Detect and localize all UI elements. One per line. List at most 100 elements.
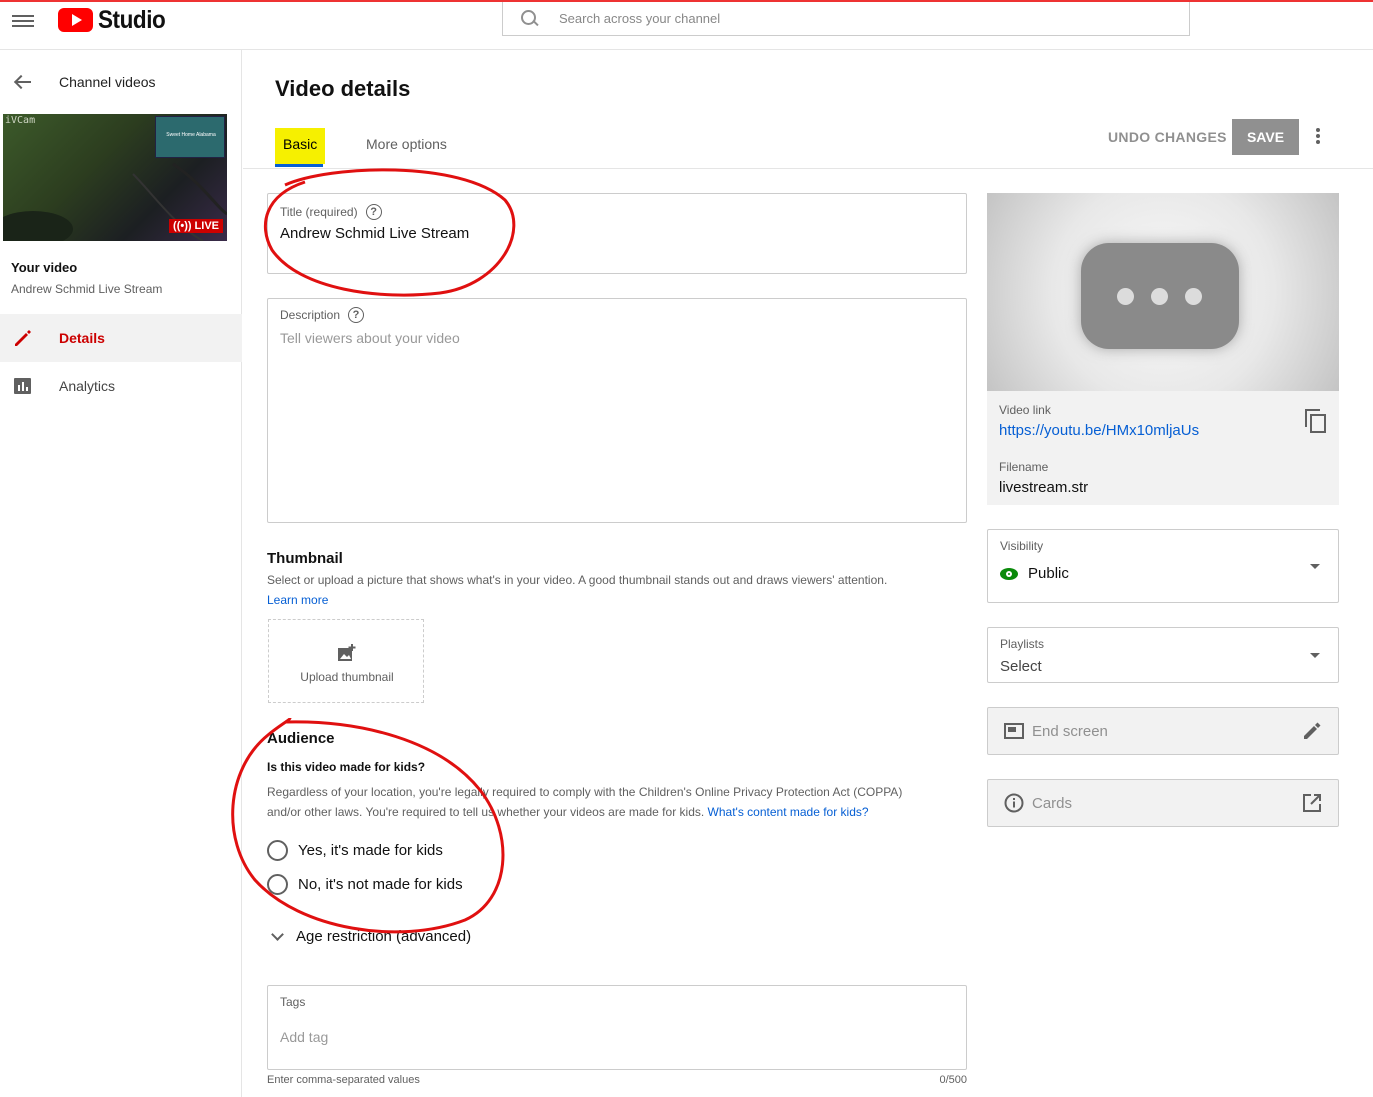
live-badge: ((•)) LIVE: [169, 219, 223, 233]
video-link[interactable]: https://youtu.be/HMx10mljaUs: [999, 422, 1199, 439]
info-icon: [1004, 793, 1024, 813]
top-header: Studio: [0, 2, 1373, 50]
visibility-dropdown[interactable]: Visibility Public: [987, 529, 1339, 603]
processing-dot: [1185, 288, 1202, 305]
radio-button[interactable]: [267, 874, 288, 895]
tags-label: Tags: [280, 995, 306, 1009]
tab-more-options[interactable]: More options: [358, 128, 455, 160]
pencil-icon: [15, 330, 31, 346]
description-field[interactable]: Description ? Tell viewers about your vi…: [267, 298, 967, 523]
search-bar[interactable]: [502, 2, 1190, 36]
active-tab-indicator: [275, 164, 323, 167]
sidebar-video-title: Andrew Schmid Live Stream: [11, 282, 163, 296]
processing-dot: [1117, 288, 1134, 305]
thumbnail-inset-screen: Sweet Home Alabama: [155, 116, 225, 158]
search-icon[interactable]: [521, 9, 539, 28]
save-button[interactable]: SAVE: [1232, 119, 1299, 155]
thumbnail-section-desc: Select or upload a picture that shows wh…: [267, 573, 888, 587]
filename-label: Filename: [999, 460, 1049, 474]
video-preview[interactable]: [987, 193, 1339, 391]
thumbnail-watermark: iVCam: [5, 115, 36, 126]
radio-label[interactable]: Yes, it's made for kids: [298, 842, 443, 859]
title-field[interactable]: Title (required) ? Andrew Schmid Live St…: [267, 193, 967, 274]
tabs-divider: [243, 168, 1373, 169]
open-in-new-icon[interactable]: [1302, 793, 1322, 813]
tags-field[interactable]: Tags Add tag: [267, 985, 967, 1070]
visibility-value: Public: [1028, 565, 1069, 582]
dropdown-arrow-icon[interactable]: [1310, 564, 1320, 569]
made-for-kids-question: Is this video made for kids?: [267, 760, 426, 774]
live-badge-label: LIVE: [194, 220, 219, 232]
tags-help-text: Enter comma-separated values: [267, 1074, 420, 1086]
description-field-label-row: Description ?: [280, 307, 365, 323]
thumbnail-inset-text: Sweet Home Alabama: [166, 132, 216, 138]
page-title: Video details: [275, 76, 411, 101]
tab-basic[interactable]: Basic: [275, 128, 326, 164]
description-field-label: Description: [280, 308, 341, 322]
video-thumbnail[interactable]: iVCam Sweet Home Alabama ((•)) LIVE: [3, 114, 227, 241]
title-field-label-row: Title (required) ?: [280, 204, 382, 220]
back-arrow-icon[interactable]: [14, 74, 32, 90]
sidebar-item-label: Details: [59, 330, 105, 346]
search-input[interactable]: [559, 11, 1119, 26]
end-screen-label: End screen: [1032, 722, 1108, 740]
end-screen-button[interactable]: End screen: [987, 707, 1339, 755]
playlists-dropdown[interactable]: Playlists Select: [987, 627, 1339, 683]
studio-logo[interactable]: Studio: [58, 6, 173, 34]
upload-thumbnail-button[interactable]: Upload thumbnail: [268, 619, 424, 703]
visibility-label: Visibility: [1000, 539, 1044, 553]
add-photo-icon: [338, 644, 356, 661]
youtube-play-icon: [58, 8, 93, 32]
radio-button[interactable]: [267, 840, 288, 861]
chevron-down-icon[interactable]: [271, 928, 284, 941]
sidebar: Channel videos iVCam Sweet Home Alabama …: [0, 50, 242, 1097]
eye-icon: [1000, 568, 1018, 581]
cards-label: Cards: [1032, 794, 1073, 812]
help-icon[interactable]: ?: [365, 204, 382, 220]
content-made-for-kids-link[interactable]: What's content made for kids?: [708, 805, 869, 819]
edit-pencil-icon[interactable]: [1302, 721, 1322, 741]
description-input[interactable]: Tell viewers about your video: [280, 330, 460, 346]
bar-chart-icon: [14, 378, 31, 394]
sidebar-item-details[interactable]: Details: [0, 314, 242, 362]
video-link-label: Video link: [999, 403, 1051, 417]
visibility-value-row: Public: [1000, 565, 1069, 582]
your-video-label: Your video: [11, 260, 78, 275]
more-actions-icon[interactable]: [1316, 128, 1322, 146]
dropdown-arrow-icon[interactable]: [1310, 653, 1320, 658]
playlists-value: Select: [1000, 658, 1042, 675]
filename-value: livestream.str: [999, 479, 1089, 496]
sidebar-item-analytics[interactable]: Analytics: [0, 362, 242, 410]
thumbnail-section-title: Thumbnail: [267, 550, 343, 567]
title-input[interactable]: Andrew Schmid Live Stream: [280, 225, 469, 242]
age-restriction-label[interactable]: Age restriction (advanced): [296, 928, 471, 945]
back-label[interactable]: Channel videos: [59, 74, 156, 90]
cards-button[interactable]: Cards: [987, 779, 1339, 827]
copy-icon[interactable]: [1305, 409, 1326, 433]
audience-desc-text: and/or other laws. You're required to te…: [267, 805, 708, 819]
broadcast-icon: ((•)): [173, 220, 192, 232]
audience-section-title: Audience: [267, 730, 335, 747]
learn-more-link[interactable]: Learn more: [267, 590, 328, 610]
logo-text: Studio: [98, 5, 166, 34]
processing-placeholder-icon: [1081, 243, 1239, 349]
processing-dot: [1151, 288, 1168, 305]
undo-changes-button[interactable]: UNDO CHANGES: [1100, 124, 1235, 150]
radio-made-for-kids-yes[interactable]: Yes, it's made for kids: [267, 840, 443, 861]
radio-made-for-kids-no[interactable]: No, it's not made for kids: [267, 874, 463, 895]
age-restriction-toggle[interactable]: Age restriction (advanced): [271, 928, 471, 945]
upload-thumbnail-label: Upload thumbnail: [300, 670, 394, 684]
help-icon[interactable]: ?: [348, 307, 365, 323]
video-meta-panel: Video link https://youtu.be/HMx10mljaUs …: [987, 391, 1339, 505]
tags-char-count: 0/500: [939, 1074, 967, 1086]
hamburger-menu-icon[interactable]: [12, 12, 34, 30]
title-field-label: Title (required): [280, 205, 358, 219]
back-to-channel-videos[interactable]: Channel videos: [0, 64, 242, 100]
playlists-label: Playlists: [1000, 637, 1045, 651]
sidebar-item-label: Analytics: [59, 378, 116, 394]
end-screen-icon: [1004, 723, 1024, 739]
radio-label[interactable]: No, it's not made for kids: [298, 876, 463, 893]
tags-input[interactable]: Add tag: [280, 1029, 328, 1045]
audience-desc-line-1: Regardless of your location, you're lega…: [267, 785, 903, 799]
audience-desc-line-2: and/or other laws. You're required to te…: [267, 802, 869, 822]
